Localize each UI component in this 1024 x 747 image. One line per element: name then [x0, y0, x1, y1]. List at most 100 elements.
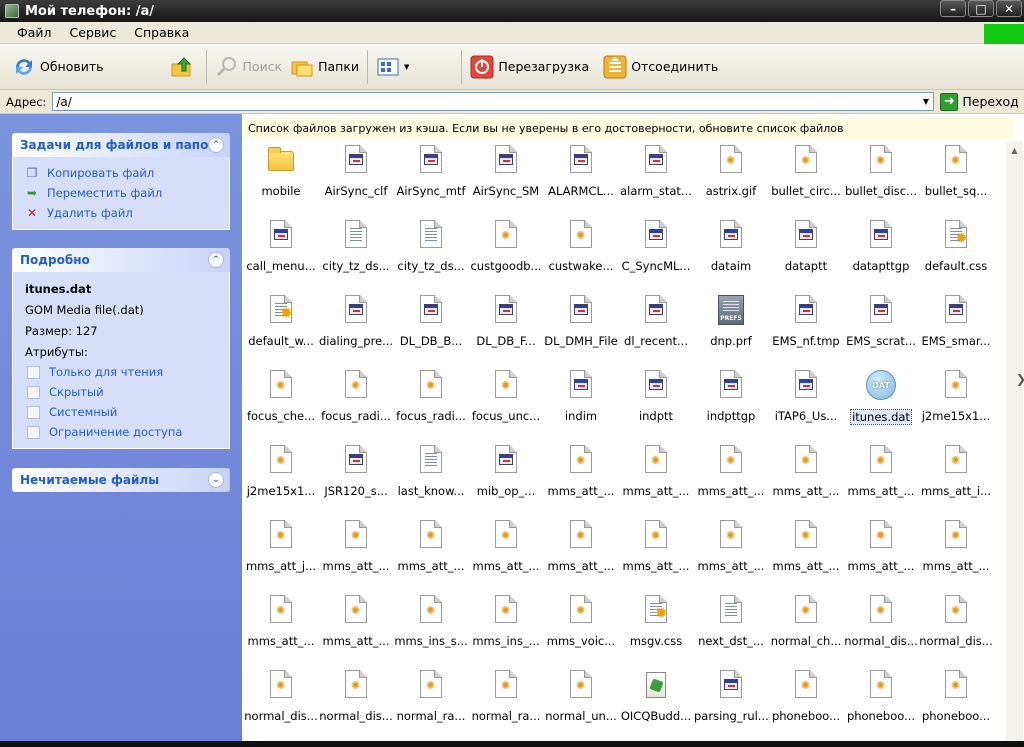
folders-button[interactable]: Папки	[286, 50, 363, 84]
file-item[interactable]: EMS_scrat...	[844, 292, 918, 362]
file-item[interactable]: ✺ mms_att_...	[694, 517, 768, 587]
file-item[interactable]: ✺ mms_ins_s...	[394, 592, 468, 662]
file-item[interactable]: ✹ msgv.css	[619, 592, 693, 662]
file-item[interactable]: parsing_rul...	[694, 667, 768, 737]
file-item[interactable]: ✺ focus_unc...	[469, 367, 543, 437]
file-item[interactable]: ✺ mms_att_...	[244, 592, 318, 662]
file-item[interactable]: ✺ mms_att_...	[394, 517, 468, 587]
file-item[interactable]: ✺ mms_att_j...	[244, 517, 318, 587]
copy-file-link[interactable]: ❐ Копировать файл	[25, 163, 219, 183]
file-item[interactable]: ✹ default.css	[919, 217, 993, 287]
file-item[interactable]: DL_DMH_File	[544, 292, 618, 362]
menu-help[interactable]: Справка	[125, 25, 198, 40]
vertical-scrollbar[interactable]: ▲	[1006, 142, 1023, 741]
file-item[interactable]: ✺ mms_att_...	[769, 442, 843, 512]
file-item[interactable]: ✺ phoneboo...	[919, 667, 993, 737]
up-folder-button[interactable]	[166, 50, 202, 84]
move-file-link[interactable]: ➥ Переместить файл	[25, 183, 219, 203]
attr-hidden[interactable]: Скрытый	[25, 382, 219, 402]
file-item[interactable]: ✺ mms_att_...	[469, 517, 543, 587]
address-input[interactable]: /a/ ▼	[52, 92, 935, 111]
file-item[interactable]: city_tz_ds...	[394, 217, 468, 287]
reboot-button[interactable]: Перезагрузка	[466, 50, 593, 84]
refresh-button[interactable]: Обновить	[8, 50, 108, 84]
file-item[interactable]: indpttgp	[694, 367, 768, 437]
file-item[interactable]: PREFS dnp.prf	[694, 292, 768, 362]
expand-icon[interactable]: ⌄	[208, 472, 224, 488]
go-button[interactable]: ➜ Переход	[940, 92, 1019, 111]
file-item[interactable]: JSR120_s...	[319, 442, 393, 512]
file-item[interactable]: city_tz_ds...	[319, 217, 393, 287]
file-item[interactable]: ✺ bullet_circ...	[769, 142, 843, 212]
minimize-button[interactable]: –	[940, 0, 966, 17]
file-item[interactable]: mobile	[244, 142, 318, 212]
delete-file-link[interactable]: ✕ Удалить файл	[25, 203, 219, 223]
file-item[interactable]: ALARMCL...	[544, 142, 618, 212]
file-item[interactable]: ✺ mms_ins_...	[469, 592, 543, 662]
file-item[interactable]: ✺ normal_ch...	[769, 592, 843, 662]
file-item[interactable]: ✺ j2me15x1...	[244, 442, 318, 512]
file-item[interactable]: ✺ mms_att_...	[619, 517, 693, 587]
file-item[interactable]: ✺ astrix.gif	[694, 142, 768, 212]
file-item[interactable]: ✺ normal_ra...	[394, 667, 468, 737]
file-item[interactable]: ✺ mms_att_...	[694, 442, 768, 512]
attr-restricted[interactable]: Ограничение доступа	[25, 422, 219, 442]
file-item[interactable]: ✺ phoneboo...	[844, 667, 918, 737]
collapse-icon[interactable]: ⌃	[208, 252, 224, 268]
file-item[interactable]: ✺ mms_att_...	[544, 442, 618, 512]
file-item[interactable]: dataptt	[769, 217, 843, 287]
system-checkbox[interactable]	[27, 405, 40, 419]
file-item[interactable]: ✺ mms_att_...	[844, 442, 918, 512]
file-item[interactable]: ✺ focus_che...	[244, 367, 318, 437]
file-item[interactable]: last_know...	[394, 442, 468, 512]
file-item[interactable]: ✺ mms_att_...	[319, 517, 393, 587]
file-item[interactable]: OICQBudd...	[619, 667, 693, 737]
file-item[interactable]: next_dst_...	[694, 592, 768, 662]
file-item[interactable]: AirSync_clf	[319, 142, 393, 212]
file-item[interactable]: AirSync_SM	[469, 142, 543, 212]
file-item[interactable]: mib_op_...	[469, 442, 543, 512]
file-item[interactable]: ✺ normal_dis...	[844, 592, 918, 662]
file-item[interactable]: call_menu...	[244, 217, 318, 287]
views-button[interactable]: ▼	[372, 50, 413, 84]
file-item[interactable]: dialing_pre...	[319, 292, 393, 362]
file-item[interactable]: ✺ normal_dis...	[319, 667, 393, 737]
file-item[interactable]: ✺ j2me15x1...	[919, 367, 993, 437]
file-item[interactable]: datapttgp	[844, 217, 918, 287]
file-item[interactable]: EMS_nf.tmp	[769, 292, 843, 362]
file-item[interactable]: ✺ bullet_sq...	[919, 142, 993, 212]
file-item[interactable]: ✺ normal_dis...	[919, 592, 993, 662]
attr-system[interactable]: Системный	[25, 402, 219, 422]
file-item[interactable]: DL_DB_B...	[394, 292, 468, 362]
maximize-button[interactable]: □	[968, 0, 994, 17]
file-item[interactable]: ✺ normal_ra...	[469, 667, 543, 737]
file-item[interactable]: ✺ mms_att_...	[544, 517, 618, 587]
scroll-up-icon[interactable]: ▲	[1006, 142, 1023, 159]
file-item[interactable]: iTAP6_Us...	[769, 367, 843, 437]
details-panel-header[interactable]: Подробно ⌃	[12, 248, 230, 272]
file-item[interactable]: ✺ custwake...	[544, 217, 618, 287]
file-item[interactable]: DL_DB_F...	[469, 292, 543, 362]
file-item[interactable]: AirSync_mtf	[394, 142, 468, 212]
file-item[interactable]: indim	[544, 367, 618, 437]
file-item[interactable]: DAT itunes.dat	[844, 367, 918, 437]
tasks-panel-header[interactable]: Задачи для файлов и папок ⌃	[12, 133, 230, 157]
file-item[interactable]: ✹ default_w...	[244, 292, 318, 362]
menu-service[interactable]: Сервис	[61, 25, 126, 40]
file-item[interactable]: EMS_smar...	[919, 292, 993, 362]
readonly-checkbox[interactable]	[27, 365, 40, 379]
search-button[interactable]: Поиск	[211, 50, 287, 84]
file-item[interactable]: dataim	[694, 217, 768, 287]
file-item[interactable]: ✺ mms_att_...	[319, 592, 393, 662]
file-item[interactable]: ✺ mms_att_i...	[919, 442, 993, 512]
attr-readonly[interactable]: Только для чтения	[25, 362, 219, 382]
file-item[interactable]: ✺ mms_att_...	[919, 517, 993, 587]
file-item[interactable]: ✺ custgoodb...	[469, 217, 543, 287]
file-item[interactable]: ✺ bullet_disc...	[844, 142, 918, 212]
file-item[interactable]: ✺ phoneboo...	[769, 667, 843, 737]
file-item[interactable]: ✺ mms_voic...	[544, 592, 618, 662]
unreadable-panel-header[interactable]: Нечитаемые файлы ⌄	[12, 468, 230, 492]
file-item[interactable]: ✺ mms_att_...	[844, 517, 918, 587]
restricted-checkbox[interactable]	[27, 425, 40, 439]
file-item[interactable]: C_SyncML...	[619, 217, 693, 287]
